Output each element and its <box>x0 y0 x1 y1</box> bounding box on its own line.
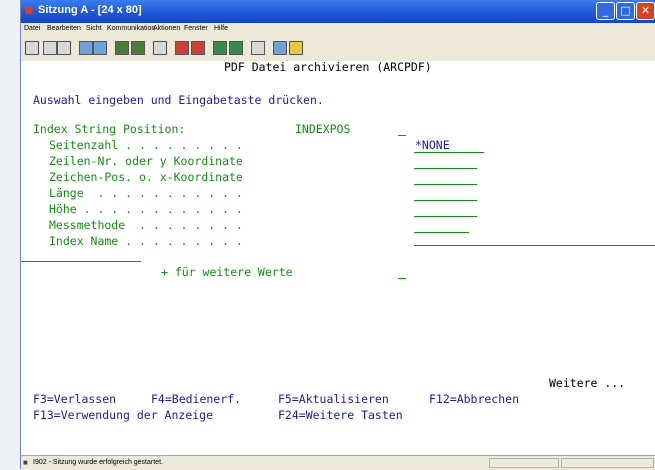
status-bar: ■ I902 - Sitzung wurde erfolgreich gesta… <box>21 455 655 470</box>
field-label-messmethode: Messmethode . . . . . . . . <box>49 218 243 232</box>
field-input-index-name[interactable] <box>414 245 655 246</box>
instruction-text: Auswahl eingeben und Eingabetaste drücke… <box>33 93 324 107</box>
app-icon: ■ <box>24 5 34 16</box>
status-panel <box>489 458 559 468</box>
fkey-f4[interactable]: F4=Bedienerf. <box>151 393 241 406</box>
help-icon[interactable] <box>289 41 303 55</box>
field-value-seitenzahl: *NONE <box>415 138 450 152</box>
fkey-f24[interactable]: F24=Weitere Tasten <box>278 409 403 422</box>
emulator-window: ■ Sitzung A - [24 x 80] _ □ ✕ Datei Bear… <box>20 0 655 470</box>
session-status-icon: ■ <box>23 458 28 467</box>
field-label-hoehe: Höhe . . . . . . . . . . . . <box>49 202 243 216</box>
field-input-seitenzahl[interactable] <box>414 152 484 153</box>
receive-icon[interactable] <box>93 41 107 55</box>
field-label-laenge: Länge . . . . . . . . . . . <box>49 186 243 200</box>
status-message: I902 - Sitzung wurde erfolgreich gestart… <box>33 459 163 466</box>
toolbar <box>21 36 655 62</box>
menu-kommunikation[interactable]: Kommunikation <box>107 25 155 32</box>
fkey-f5[interactable]: F5=Aktualisieren <box>278 393 389 406</box>
menu-bearbeiten[interactable]: Bearbeiten <box>47 25 81 32</box>
stop-macro-icon[interactable] <box>213 41 227 55</box>
fkey-f12[interactable]: F12=Abbrechen <box>429 393 519 406</box>
more-values-input[interactable] <box>398 278 406 279</box>
field-input-index-name-cont[interactable] <box>21 261 141 262</box>
field-input-laenge[interactable] <box>414 200 477 201</box>
menu-fenster[interactable]: Fenster <box>184 25 208 32</box>
menu-bar: Datei Bearbeiten Sicht Kommunikation Akt… <box>21 23 655 36</box>
macro-icon[interactable] <box>153 41 167 55</box>
fkey-f13[interactable]: F13=Verwendung der Anzeige <box>33 409 213 422</box>
print-screen-icon[interactable] <box>25 41 39 55</box>
field-label-index-name: Index Name . . . . . . . . . <box>49 234 243 248</box>
more-indicator: Weitere ... <box>549 376 626 390</box>
menu-datei[interactable]: Datei <box>24 25 40 32</box>
param-label: Index String Position: <box>33 122 186 136</box>
param-input-cursor[interactable] <box>398 135 406 136</box>
send-icon[interactable] <box>79 41 93 55</box>
minimize-button[interactable]: _ <box>596 2 615 20</box>
window-title: Sitzung A - [24 x 80] <box>38 4 142 16</box>
maximize-button[interactable]: □ <box>616 2 635 20</box>
close-button[interactable]: ✕ <box>636 2 655 20</box>
clipboard-icon[interactable] <box>251 41 265 55</box>
param-keyword: INDEXPOS <box>295 122 351 136</box>
field-label-seitenzahl: Seitenzahl . . . . . . . . . <box>49 138 243 152</box>
pause-macro-icon[interactable] <box>229 41 243 55</box>
record-macro-icon[interactable] <box>175 41 189 55</box>
more-values-text: + für weitere Werte <box>161 265 293 279</box>
menu-aktionen[interactable]: Aktionen <box>153 25 180 32</box>
title-bar[interactable]: ■ Sitzung A - [24 x 80] _ □ ✕ <box>21 0 655 23</box>
paste-icon[interactable] <box>57 41 71 55</box>
menu-hilfe[interactable]: Hilfe <box>214 25 228 32</box>
fkey-f3[interactable]: F3=Verlassen <box>33 393 116 406</box>
menu-sicht[interactable]: Sicht <box>86 25 102 32</box>
field-input-hoehe[interactable] <box>414 216 477 217</box>
terminal-screen[interactable]: PDF Datei archivieren (ARCPDF) Auswahl e… <box>21 61 655 438</box>
copy-icon[interactable] <box>43 41 57 55</box>
field-label-zeichen: Zeichen-Pos. o. x-Koordinate <box>49 170 243 184</box>
field-input-zeilen[interactable] <box>414 168 477 169</box>
play-macro-icon[interactable] <box>191 41 205 55</box>
field-input-zeichen[interactable] <box>414 184 477 185</box>
field-input-messmethode[interactable] <box>414 232 469 233</box>
color-icon[interactable] <box>273 41 287 55</box>
display-icon[interactable] <box>115 41 129 55</box>
field-label-zeilen: Zeilen-Nr. oder y Koordinate <box>49 154 243 168</box>
status-panel <box>561 458 654 468</box>
keypad-icon[interactable] <box>131 41 145 55</box>
screen-title: PDF Datei archivieren (ARCPDF) <box>224 60 432 74</box>
